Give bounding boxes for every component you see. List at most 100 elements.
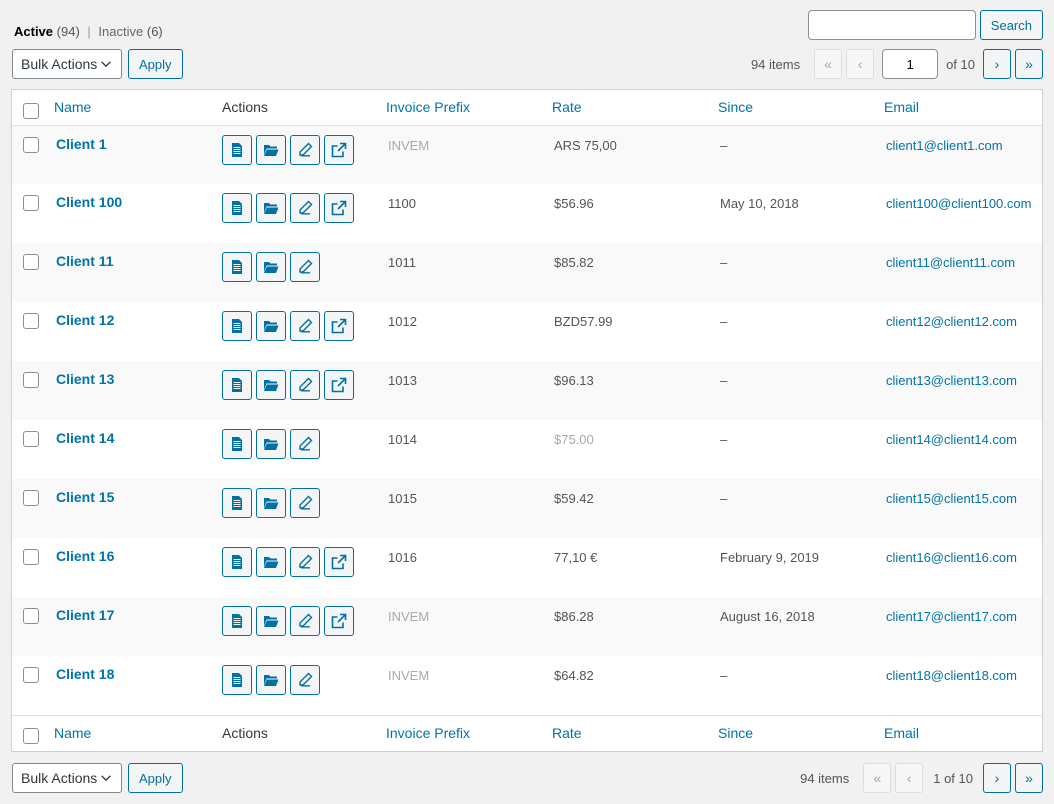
row-action-invoice-button[interactable] xyxy=(222,429,252,459)
column-footer-invoice-prefix[interactable]: Invoice Prefix xyxy=(386,725,470,741)
column-header-name[interactable]: Name xyxy=(54,99,91,115)
row-action-invoice-button[interactable] xyxy=(222,134,252,165)
row-action-folder-button[interactable] xyxy=(256,547,286,577)
column-header-email[interactable]: Email xyxy=(884,99,919,115)
row-action-invoice-button[interactable] xyxy=(222,665,252,695)
row-action-invoice-button[interactable] xyxy=(222,606,252,636)
row-action-invoice-button[interactable] xyxy=(222,193,252,223)
items-count-bottom: 94 items xyxy=(800,770,850,786)
row-action-edit-pencil-button[interactable] xyxy=(290,193,320,223)
row-action-external-link-button[interactable] xyxy=(324,606,354,636)
external-link-icon xyxy=(331,200,347,216)
bulk-actions-select-bottom[interactable]: Bulk Actions xyxy=(12,763,122,793)
client-name-link[interactable]: Client 11 xyxy=(54,243,114,269)
row-checkbox[interactable] xyxy=(23,608,39,624)
email-link[interactable]: client16@client16.com xyxy=(884,538,1017,565)
row-action-external-link-button[interactable] xyxy=(324,547,354,577)
row-action-invoice-button[interactable] xyxy=(222,311,252,341)
client-name-link[interactable]: Client 100 xyxy=(54,184,122,210)
row-action-edit-pencil-button[interactable] xyxy=(290,606,320,636)
filter-inactive-link[interactable]: Inactive xyxy=(98,24,143,39)
row-action-external-link-button[interactable] xyxy=(324,134,354,165)
email-link[interactable]: client100@client100.com xyxy=(884,184,1031,211)
next-page-button-bottom[interactable]: › xyxy=(983,763,1011,793)
apply-button[interactable]: Apply xyxy=(128,49,183,79)
column-header-since[interactable]: Since xyxy=(718,99,753,115)
row-action-folder-button[interactable] xyxy=(256,193,286,223)
row-action-invoice-button[interactable] xyxy=(222,488,252,518)
row-action-external-link-button[interactable] xyxy=(324,311,354,341)
client-name-link[interactable]: Client 15 xyxy=(54,479,114,505)
row-checkbox[interactable] xyxy=(23,372,39,388)
row-action-external-link-button[interactable] xyxy=(324,193,354,223)
row-action-folder-button[interactable] xyxy=(256,311,286,341)
row-checkbox[interactable] xyxy=(23,549,39,565)
row-checkbox[interactable] xyxy=(23,431,39,447)
column-header-invoice-prefix[interactable]: Invoice Prefix xyxy=(386,99,470,115)
client-name-link[interactable]: Client 17 xyxy=(54,597,114,623)
column-footer-since[interactable]: Since xyxy=(718,725,753,741)
current-page-input[interactable] xyxy=(882,49,939,79)
email-link[interactable]: client15@client15.com xyxy=(884,479,1017,506)
row-action-edit-pencil-button[interactable] xyxy=(290,252,320,282)
row-action-folder-button[interactable] xyxy=(256,252,286,282)
row-action-invoice-button[interactable] xyxy=(222,547,252,577)
email-link[interactable]: client14@client14.com xyxy=(884,420,1017,447)
email-link[interactable]: client18@client18.com xyxy=(884,656,1017,683)
email-link[interactable]: client1@client1.com xyxy=(884,126,1003,153)
row-checkbox[interactable] xyxy=(23,667,39,683)
row-action-invoice-button[interactable] xyxy=(222,252,252,282)
client-name-link[interactable]: Client 12 xyxy=(54,302,114,328)
row-action-folder-button[interactable] xyxy=(256,370,286,400)
row-checkbox[interactable] xyxy=(23,136,39,153)
row-action-folder-button[interactable] xyxy=(256,606,286,636)
last-page-button-bottom[interactable]: » xyxy=(1015,763,1043,793)
row-checkbox[interactable] xyxy=(23,195,39,211)
email-link[interactable]: client17@client17.com xyxy=(884,597,1017,624)
row-action-external-link-button[interactable] xyxy=(324,370,354,400)
next-page-button[interactable]: › xyxy=(983,49,1011,79)
search-input[interactable] xyxy=(807,10,976,40)
row-action-invoice-button[interactable] xyxy=(222,370,252,400)
email-link[interactable]: client12@client12.com xyxy=(884,302,1017,329)
email-link[interactable]: client13@client13.com xyxy=(884,361,1017,388)
select-all-checkbox-bottom[interactable] xyxy=(23,728,39,745)
email-link[interactable]: client11@client11.com xyxy=(884,243,1015,270)
column-footer-rate[interactable]: Rate xyxy=(552,725,582,741)
row-checkbox[interactable] xyxy=(23,254,39,270)
prev-page-button[interactable]: ‹ xyxy=(846,49,875,79)
folder-icon xyxy=(263,377,279,393)
apply-button-bottom[interactable]: Apply xyxy=(128,763,183,793)
row-action-edit-pencil-button[interactable] xyxy=(290,665,320,695)
search-button[interactable]: Search xyxy=(979,10,1043,40)
row-action-folder-button[interactable] xyxy=(256,488,286,518)
row-action-folder-button[interactable] xyxy=(256,134,286,165)
client-name-link[interactable]: Client 14 xyxy=(54,420,114,446)
last-page-button[interactable]: » xyxy=(1015,49,1043,79)
select-all-checkbox[interactable] xyxy=(23,102,39,119)
row-action-edit-pencil-button[interactable] xyxy=(290,134,320,165)
row-action-edit-pencil-button[interactable] xyxy=(290,311,320,341)
row-action-edit-pencil-button[interactable] xyxy=(290,547,320,577)
invoice-prefix: INVEM xyxy=(388,609,430,624)
bulk-actions-select[interactable]: Bulk Actions xyxy=(12,49,122,79)
client-name-link[interactable]: Client 13 xyxy=(54,361,114,387)
row-action-edit-pencil-button[interactable] xyxy=(290,488,320,518)
first-page-button-bottom[interactable]: « xyxy=(863,763,892,793)
row-action-edit-pencil-button[interactable] xyxy=(290,429,320,459)
filter-active-link[interactable]: Active xyxy=(14,24,53,39)
client-name-link[interactable]: Client 1 xyxy=(54,126,107,152)
column-footer-email[interactable]: Email xyxy=(884,725,919,741)
column-footer-name[interactable]: Name xyxy=(54,725,91,741)
row-action-folder-button[interactable] xyxy=(256,429,286,459)
first-page-button[interactable]: « xyxy=(814,49,843,79)
column-header-rate[interactable]: Rate xyxy=(552,99,582,115)
row-action-folder-button[interactable] xyxy=(256,665,286,695)
row-checkbox[interactable] xyxy=(23,490,39,506)
prev-page-button-bottom[interactable]: ‹ xyxy=(895,763,924,793)
row-checkbox[interactable] xyxy=(23,313,39,329)
client-name-link[interactable]: Client 16 xyxy=(54,538,114,564)
table-row: Client 17 INVEM $86.28 August 16, 2018 c… xyxy=(12,597,1042,656)
row-action-edit-pencil-button[interactable] xyxy=(290,370,320,400)
client-name-link[interactable]: Client 18 xyxy=(54,656,114,682)
